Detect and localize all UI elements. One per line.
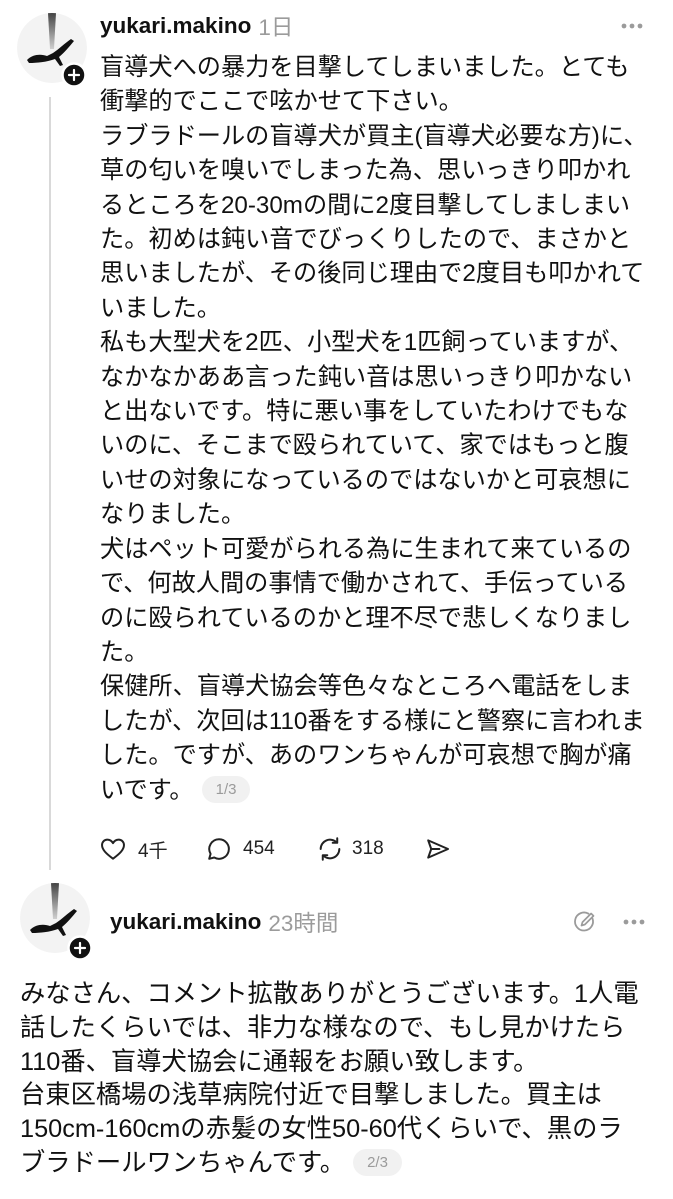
like-button[interactable]: 4千 <box>99 834 168 864</box>
post-text-line: 話したくらいでは、非力な様なので、もし見かけたら <box>20 1013 626 1042</box>
thread-connector-line <box>49 97 51 870</box>
post-text-line: 思いましたが、その後同じ理由で2度目も叩かれて <box>100 260 645 288</box>
thread-page-badge: 1/3 <box>201 775 251 803</box>
username-link[interactable]: yukari.makino <box>110 909 261 935</box>
post-text-line: 保健所、盲導犬協会等色々なところへ電話をしま <box>100 673 633 701</box>
repost-button[interactable]: 318 <box>316 834 384 864</box>
post-text-line: いです。 <box>100 776 194 804</box>
post-text-line: と出ないです。特に悪い事をしていたわけでもな <box>100 398 629 426</box>
post-text-line: のに殴られているのかと理不尽で悲しくなりまし <box>100 604 632 632</box>
post-text-line: いせの対象になっているのではないかと可哀想に <box>100 466 631 494</box>
post-text-line: 150cm-160cmの赤髪の女性50-60代くらいで、黒のラ <box>20 1115 623 1144</box>
more-horizontal-icon[interactable] <box>620 915 648 929</box>
post-text-line: た。初めは鈍い音でびっくりしたので、まさかと <box>100 226 632 254</box>
post-text-line: 110番、盲導犬協会に通報をお願い致します。 <box>20 1047 539 1076</box>
post-text-last-line: ブラドールワンちゃんです。 2/3 <box>20 1147 668 1181</box>
post-text-line: なかなかああ言った鈍い音は思いっきり叩かない <box>100 363 633 391</box>
post-header: yukari.makino 1日 <box>100 10 293 42</box>
edit-icon[interactable] <box>572 909 598 935</box>
post-timestamp: 1日 <box>258 15 294 40</box>
heart-icon <box>99 835 127 863</box>
like-count: 4千 <box>138 840 168 862</box>
post-text-line: いのに、そこまで殴られていて、家ではもっと腹 <box>100 432 629 460</box>
more-horizontal-icon[interactable] <box>618 19 646 33</box>
comment-bubble-icon <box>205 835 233 863</box>
post-text-line: 草の匂いを嗅いでしまった為、思いっきり叩かれ <box>100 157 631 185</box>
post-text-line: いました。 <box>100 294 221 322</box>
post-text-line: ラブラドールの盲導犬が買主(盲導犬必要な方)に、 <box>100 122 648 150</box>
post-text-line: 衝撃的でここで呟かせて下さい。 <box>100 88 463 116</box>
share-button[interactable] <box>424 834 452 864</box>
follow-plus-icon[interactable] <box>61 62 87 88</box>
post-text-line: 私も大型犬を2匹、小型犬を1匹飼っていますが、 <box>100 329 634 357</box>
post-text-line: で、何故人間の事情で働かされて、手伝っている <box>100 570 629 598</box>
post-header: yukari.makino 23時間 <box>110 906 338 938</box>
send-icon <box>424 835 452 863</box>
post-body: 盲導犬への暴力を目撃してしまいました。とても 衝撃的でここで呟かせて下さい。 ラ… <box>100 51 666 808</box>
follow-plus-icon[interactable] <box>67 935 93 961</box>
comment-count: 454 <box>243 838 275 859</box>
post-text-line: るところを20-30mの間に2度目撃してしましまい <box>100 191 631 219</box>
repost-count: 318 <box>352 838 384 859</box>
post-body: みなさん、コメント拡散ありがとうございます。1人電 話したくらいでは、非力な様な… <box>20 978 668 1181</box>
post-timestamp: 23時間 <box>268 911 339 936</box>
post-text-line: なりました。 <box>100 501 246 529</box>
post-text-line: た。 <box>100 638 149 666</box>
repost-icon <box>316 835 344 863</box>
post-text-line: 犬はペット可愛がられる為に生まれて来ているの <box>100 535 632 563</box>
post-text-line: 盲導犬への暴力を目撃してしまいました。とても <box>100 54 630 81</box>
post-text-line: したが、次回は110番をする様にと警察に言われま <box>100 707 645 735</box>
post-text-line: した。ですが、あのワンちゃんが可哀想で胸が痛 <box>100 742 632 770</box>
thread-page-badge: 2/3 <box>353 1148 402 1176</box>
username-link[interactable]: yukari.makino <box>100 13 251 39</box>
post-text-line: 台東区橋場の浅草病院付近で目撃しました。買主は <box>20 1081 602 1110</box>
post-text-line: ブラドールワンちゃんです。 <box>20 1148 346 1177</box>
comment-button[interactable]: 454 <box>205 834 275 864</box>
post-text-last-line: いです。 1/3 <box>100 774 666 808</box>
post-text-line: みなさん、コメント拡散ありがとうございます。1人電 <box>20 980 639 1008</box>
